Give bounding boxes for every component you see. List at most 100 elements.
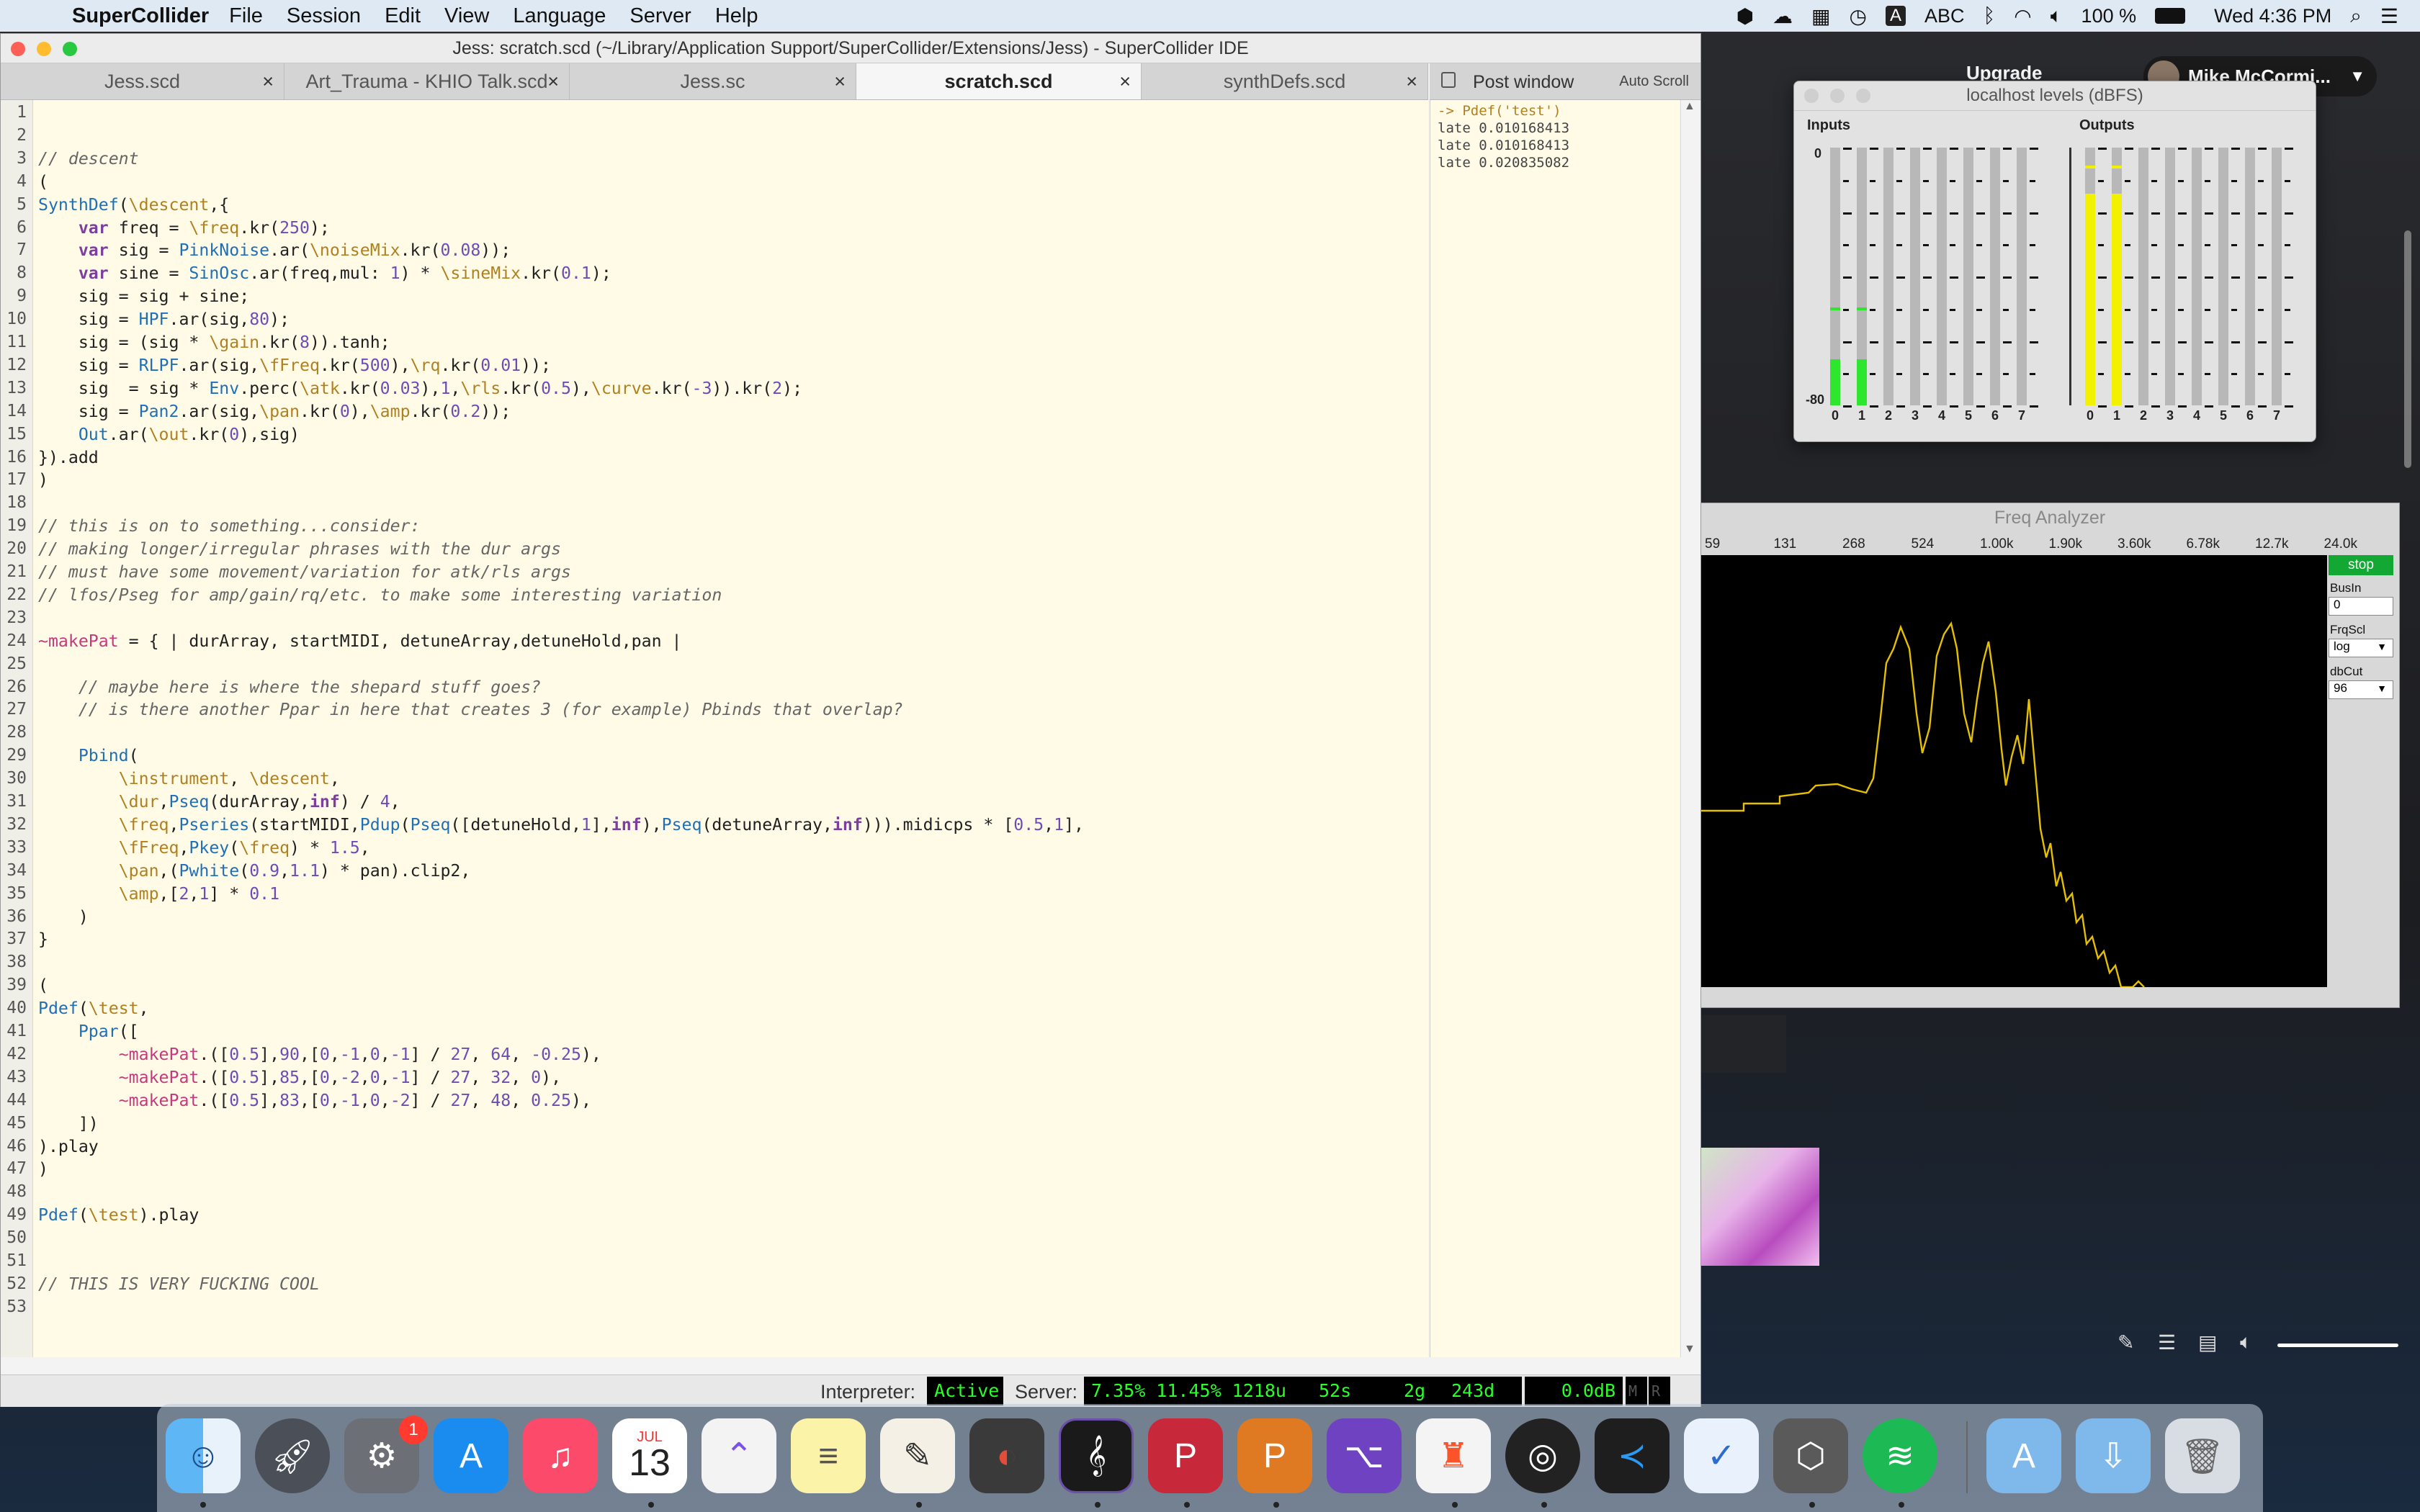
menu-language[interactable]: Language	[513, 4, 606, 28]
code-line[interactable]: \pan,(Pwhite(0.9,1.1) * pan).clip2,	[38, 861, 471, 881]
menu-edit[interactable]: Edit	[385, 4, 421, 28]
db-cut-select[interactable]: 96 ▼	[2329, 680, 2393, 699]
auto-scroll-button[interactable]: Auto Scroll	[1619, 73, 1689, 90]
bus-in-field[interactable]: 0	[2329, 597, 2393, 616]
speaker-icon[interactable]: 🔈︎	[2240, 1331, 2252, 1354]
code-line[interactable]: // must have some movement/variation for…	[38, 562, 571, 582]
levels-window[interactable]: localhost levels (dBFS) Inputs Outputs 0…	[1793, 81, 2316, 442]
spotify-icon[interactable]: ≋	[1863, 1418, 1937, 1493]
swirl-app-icon[interactable]: ◎	[1505, 1418, 1580, 1493]
code-line[interactable]: }).add	[38, 448, 99, 467]
code-line[interactable]: Pdef(\test).play	[38, 1205, 199, 1225]
tab-jess-sc[interactable]: Jess.sc ×	[570, 63, 856, 99]
display-icon[interactable]: ▦	[1811, 4, 1830, 28]
music-icon[interactable]: ♫	[523, 1418, 598, 1493]
launchpad-icon[interactable]: 🚀︎	[255, 1418, 330, 1493]
brave-icon[interactable]: ♜	[1416, 1418, 1491, 1493]
code-line[interactable]: Pdef(\test,	[38, 999, 149, 1018]
window-titlebar[interactable]: Jess: scratch.scd (~/Library/Application…	[1, 34, 1700, 63]
supercollider-ide-window[interactable]: Jess: scratch.scd (~/Library/Application…	[0, 33, 1701, 1407]
cube-app-icon[interactable]: ⬡	[1773, 1418, 1848, 1493]
battery-icon[interactable]	[2155, 8, 2186, 24]
minimize-button[interactable]	[37, 42, 51, 56]
tab-jess-scd[interactable]: Jess.scd ×	[1, 63, 284, 99]
code-line[interactable]: \dur,Pseq(durArray,inf) / 4,	[38, 792, 400, 811]
close-button[interactable]	[11, 42, 25, 56]
code-line[interactable]: sig = sig * Env.perc(\atk.kr(0.03),1,\rl…	[38, 379, 802, 398]
layout-icon[interactable]: ▤	[2198, 1331, 2217, 1354]
vscode-icon[interactable]: ≺	[1595, 1418, 1670, 1493]
code-line[interactable]: ~makePat = { | durArray, startMIDI, detu…	[38, 631, 681, 651]
notes-icon[interactable]: ≡	[791, 1418, 866, 1493]
calendar-icon[interactable]: JUL 13	[612, 1418, 687, 1493]
wifi-icon[interactable]: ◠	[2014, 4, 2031, 28]
code-line[interactable]: // is there another Ppar in here that cr…	[38, 700, 903, 719]
pdf-app-icon[interactable]: P	[1148, 1418, 1223, 1493]
battery-percent[interactable]: 100 %	[2081, 5, 2137, 27]
code-line[interactable]: \amp,[2,1] * 0.1	[38, 884, 279, 904]
mute-button[interactable]: M	[1626, 1377, 1647, 1405]
supercollider-icon[interactable]: 𝄞	[1059, 1418, 1134, 1493]
undock-icon[interactable]	[1441, 72, 1456, 88]
volume-slider[interactable]	[2277, 1344, 2398, 1347]
menu-server[interactable]: Server	[629, 4, 691, 28]
pages-icon[interactable]: ✎	[880, 1418, 955, 1493]
server-defs[interactable]: 243d	[1444, 1377, 1522, 1405]
clock[interactable]: Wed 4:36 PM	[2214, 5, 2331, 27]
close-icon[interactable]: ×	[262, 63, 274, 99]
code-line[interactable]: // THIS IS VERY FUCKING COOL	[38, 1274, 320, 1294]
code-line[interactable]: )	[38, 907, 89, 927]
frq-scl-select[interactable]: log ▼	[2329, 639, 2393, 657]
code-line[interactable]: \instrument, \descent,	[38, 769, 340, 788]
record-button[interactable]: R	[1649, 1377, 1670, 1405]
code-line[interactable]: ])	[38, 1114, 99, 1133]
finder-icon[interactable]: ☺	[166, 1418, 241, 1493]
code-line[interactable]: ).play	[38, 1137, 99, 1156]
pencil-icon[interactable]: ✎	[2118, 1331, 2134, 1354]
code-line[interactable]: (	[38, 976, 48, 995]
list-icon[interactable]: ☰	[2158, 1331, 2176, 1354]
code-line[interactable]: sig = RLPF.ar(sig,\fFreq.kr(500),\rq.kr(…	[38, 356, 551, 375]
downloads-folder-icon[interactable]: ⇩	[2076, 1418, 2151, 1493]
tab-synthdefs-scd[interactable]: synthDefs.scd ×	[1142, 63, 1428, 99]
dropbox-icon[interactable]: ⬢	[1736, 4, 1754, 28]
close-icon[interactable]: ×	[1406, 63, 1417, 99]
presentation-icon[interactable]: P	[1237, 1418, 1312, 1493]
keyboard-a-icon[interactable]: A	[1885, 6, 1906, 26]
code-line[interactable]: ~makePat.([0.5],85,[0,-2,0,-1] / 27, 32,…	[38, 1068, 561, 1087]
server-cpu[interactable]: 7.35% 11.45% 1218u	[1084, 1377, 1312, 1405]
code-line[interactable]: Ppar([	[38, 1022, 139, 1041]
stop-button[interactable]: stop	[2329, 555, 2393, 575]
code-line[interactable]: var sig = PinkNoise.ar(\noiseMix.kr(0.08…	[38, 240, 511, 260]
code-line[interactable]: sig = (sig * \gain.kr(8)).tanh;	[38, 333, 390, 352]
app-store-icon[interactable]: A	[434, 1418, 508, 1493]
code-line[interactable]: // lfos/Pseg for amp/gain/rq/etc. to mak…	[38, 585, 722, 605]
menu-view[interactable]: View	[444, 4, 489, 28]
server-groups[interactable]: 2g	[1397, 1377, 1444, 1405]
tab-art-trauma[interactable]: Art_Trauma - KHIO Talk.scd ×	[284, 63, 570, 99]
code-line[interactable]: )	[38, 470, 48, 490]
code-line[interactable]: }	[38, 930, 48, 949]
time-machine-icon[interactable]: ◷	[1850, 4, 1867, 28]
code-line[interactable]: var freq = \freq.kr(250);	[38, 218, 330, 238]
code-line[interactable]: ~makePat.([0.5],90,[0,-1,0,-1] / 27, 64,…	[38, 1045, 601, 1064]
app-menu[interactable]: SuperCollider	[72, 4, 209, 28]
clickup-icon[interactable]: ⌃	[702, 1418, 776, 1493]
code-line[interactable]: sig = HPF.ar(sig,80);	[38, 310, 290, 329]
post-window[interactable]: -> Pdef('test') late 0.010168413 late 0.…	[1430, 100, 1680, 1357]
spotlight-search-icon[interactable]: ⌕	[2350, 4, 2362, 28]
close-icon[interactable]: ×	[547, 63, 559, 99]
zoom-app-icon[interactable]: ✓	[1684, 1418, 1759, 1493]
zoom-button[interactable]	[63, 42, 77, 56]
code-line[interactable]: var sine = SinOsc.ar(freq,mul: 1) * \sin…	[38, 264, 611, 283]
code-editor[interactable]: 1 2 3 4 5 6 7 8 9 10 11 12 13 14 15 16 17 18 19 20 21 22 23 24 2…	[1, 100, 1428, 1357]
minimize-button[interactable]	[1830, 89, 1845, 103]
close-button[interactable]	[1804, 89, 1819, 103]
drive-icon[interactable]: ☁	[1773, 4, 1793, 28]
menu-file[interactable]: File	[229, 4, 263, 28]
zoom-button[interactable]	[1856, 89, 1870, 103]
code-line[interactable]: Pbind(	[38, 746, 139, 765]
applications-folder-icon[interactable]: A	[1986, 1418, 2061, 1493]
server-synths[interactable]: 52s	[1312, 1377, 1397, 1405]
scroll-up-icon[interactable]: ▲	[1684, 100, 1695, 113]
